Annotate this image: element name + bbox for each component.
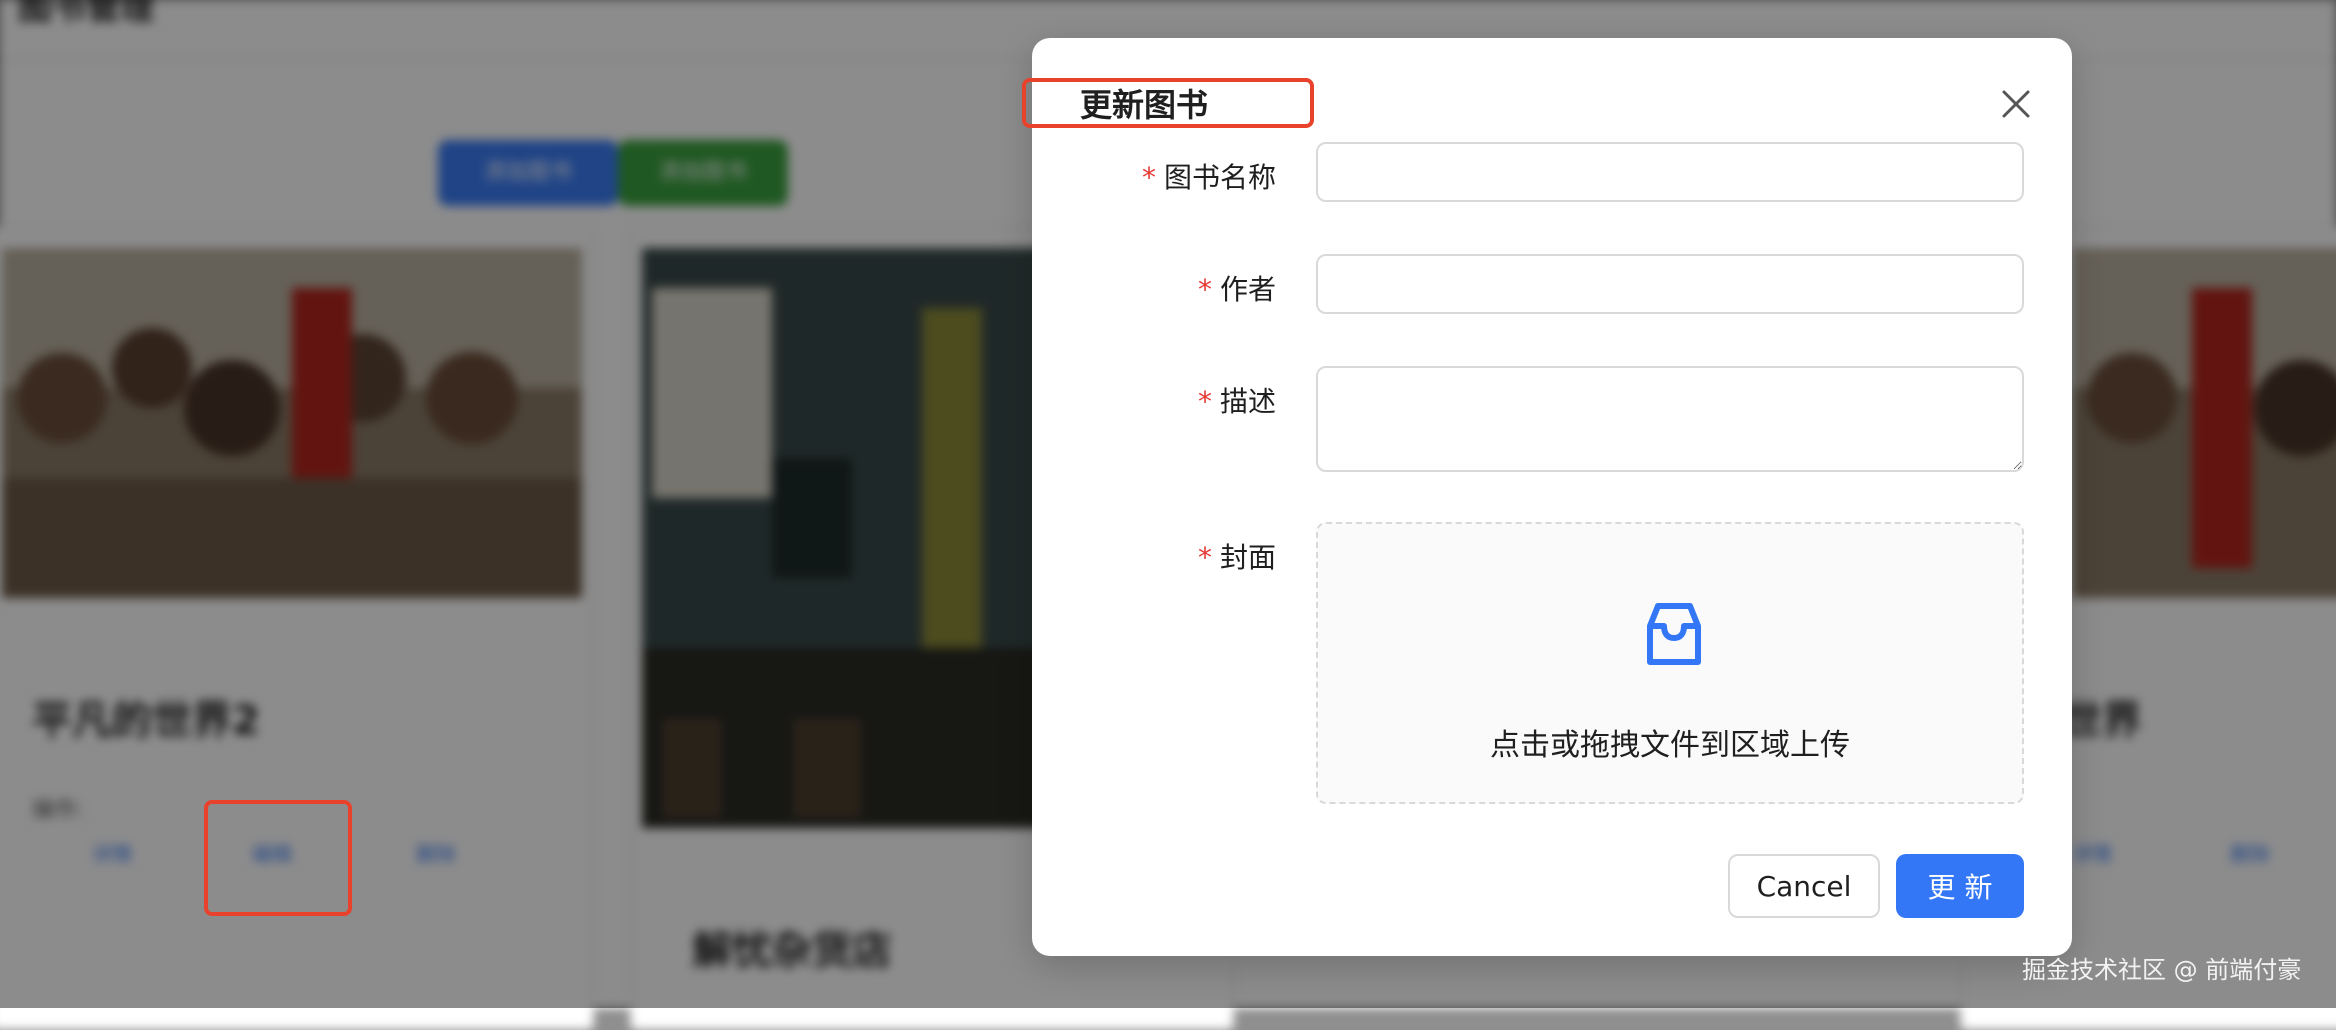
- required-mark: *: [1197, 273, 1212, 306]
- description-label: * 描述: [1198, 380, 1276, 420]
- close-button[interactable]: [1988, 76, 2044, 132]
- description-label-text: 描述: [1219, 385, 1276, 418]
- cancel-button[interactable]: Cancel: [1728, 854, 1880, 918]
- annotation-box-modal-title: [1022, 78, 1314, 128]
- required-mark: *: [1141, 161, 1156, 194]
- close-icon: [2002, 90, 2030, 118]
- cover-label-text: 封面: [1219, 541, 1276, 574]
- description-textarea[interactable]: [1316, 366, 2024, 472]
- book-name-label-text: 图书名称: [1163, 161, 1276, 194]
- required-mark: *: [1197, 541, 1212, 574]
- annotation-box-edit-link: [204, 800, 352, 916]
- required-mark: *: [1197, 385, 1212, 418]
- upload-hint: 点击或拖拽文件到区域上传: [1490, 728, 1850, 763]
- book-name-label: * 图书名称: [1142, 156, 1276, 196]
- cover-upload-dropzone[interactable]: 点击或拖拽文件到区域上传: [1316, 522, 2024, 804]
- author-input[interactable]: [1316, 254, 2024, 314]
- update-book-modal: 更新图书 * 图书名称 * 作者 * 描述 * 封面 点击或拖拽文件到区域上传 …: [1032, 38, 2072, 956]
- inbox-icon: [1647, 603, 1701, 665]
- cover-label: * 封面: [1198, 536, 1276, 576]
- update-button[interactable]: 更 新: [1896, 854, 2024, 918]
- watermark: 掘金技术社区 @ 前端付豪: [2022, 956, 2302, 984]
- author-label: * 作者: [1198, 268, 1276, 308]
- book-name-input[interactable]: [1316, 142, 2024, 202]
- author-label-text: 作者: [1219, 273, 1276, 306]
